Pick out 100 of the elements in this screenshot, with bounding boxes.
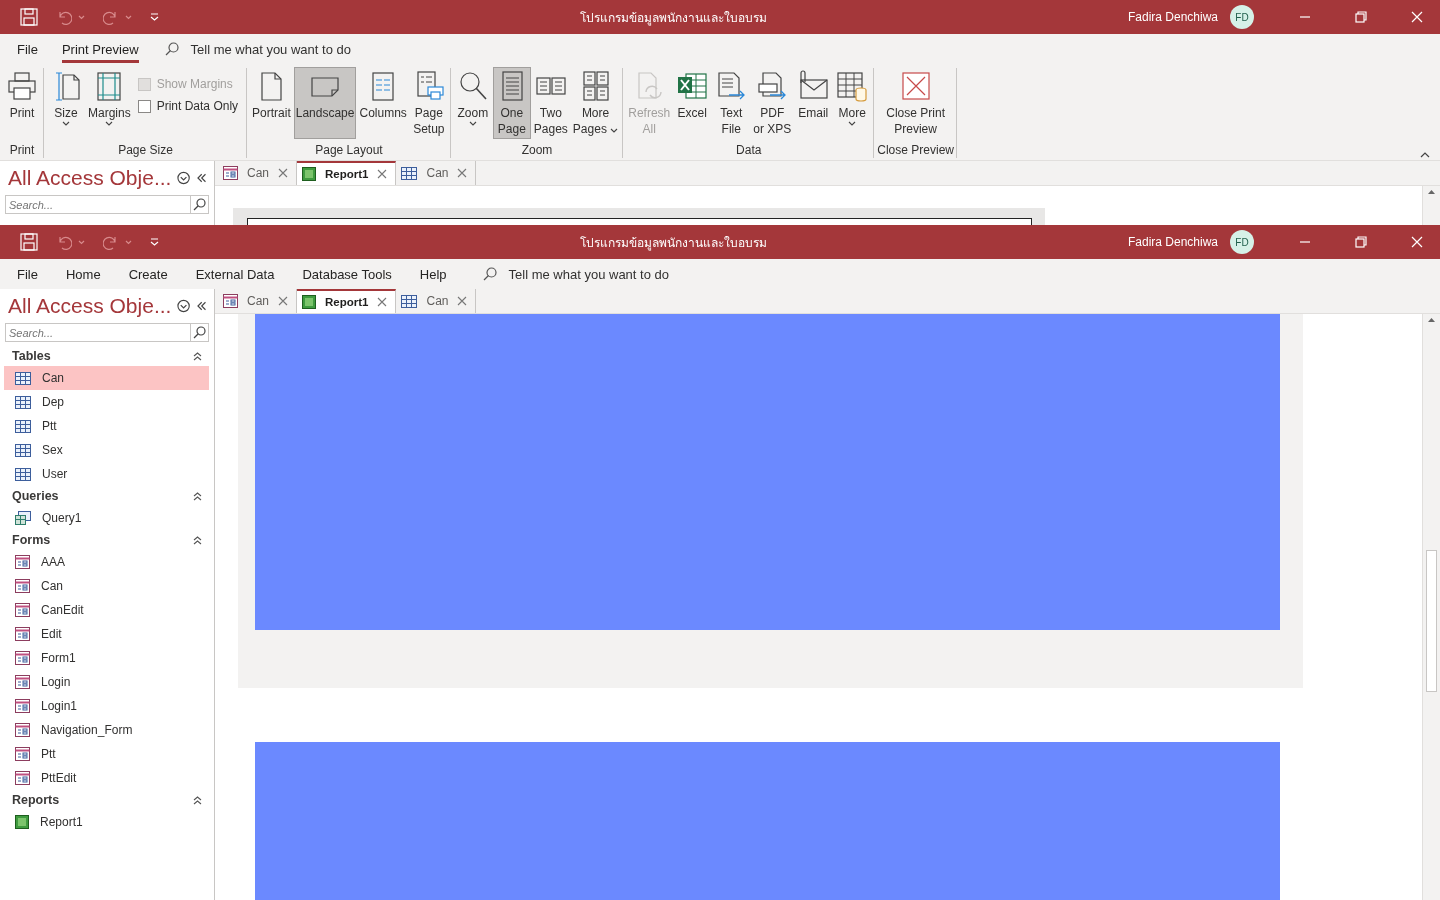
section-header[interactable]: Tables bbox=[12, 349, 51, 363]
nav-item[interactable]: Ptt bbox=[4, 742, 209, 766]
nav-item[interactable]: Login bbox=[4, 670, 209, 694]
ribbon-button[interactable]: Margins bbox=[86, 67, 133, 139]
checkbox-label: Print Data Only bbox=[156, 99, 239, 113]
scroll-thumb[interactable] bbox=[1426, 550, 1437, 692]
form-icon bbox=[15, 603, 30, 617]
nav-item[interactable]: User bbox=[4, 462, 209, 486]
ribbon-tab[interactable]: Help bbox=[411, 260, 455, 288]
collapse-ribbon-icon[interactable] bbox=[1420, 152, 1430, 158]
ribbon-button[interactable]: Text File bbox=[712, 67, 751, 139]
user-avatar[interactable]: FD bbox=[1230, 230, 1254, 254]
document-tab[interactable]: Report1 bbox=[297, 161, 397, 185]
close-icon bbox=[457, 168, 468, 178]
ribbon-button[interactable]: One Page bbox=[492, 67, 531, 139]
nav-item[interactable]: Can bbox=[4, 366, 209, 390]
spreadsheet-icon bbox=[676, 70, 709, 102]
search-button[interactable] bbox=[191, 195, 209, 214]
report-icon bbox=[15, 815, 29, 829]
customize-icon bbox=[150, 13, 159, 21]
search-icon bbox=[164, 42, 179, 56]
document-tab[interactable]: Report1 bbox=[297, 289, 397, 313]
nav-item[interactable]: Can bbox=[4, 574, 209, 598]
form-icon bbox=[223, 294, 238, 308]
nav-item[interactable]: PttEdit bbox=[4, 766, 209, 790]
pane-title: All Access Obje... bbox=[8, 166, 172, 190]
search-button[interactable] bbox=[191, 323, 209, 342]
redo-icon bbox=[103, 234, 119, 250]
ribbon-button[interactable]: Size bbox=[47, 67, 85, 139]
query-icon bbox=[15, 511, 31, 525]
ribbon-button[interactable]: Page Setup bbox=[409, 67, 448, 139]
ribbon-button[interactable]: Landscape bbox=[293, 67, 357, 139]
nav-item[interactable]: Ptt bbox=[4, 414, 209, 438]
checkbox[interactable] bbox=[137, 99, 151, 113]
user-avatar[interactable]: FD bbox=[1230, 5, 1254, 29]
nav-item[interactable]: Edit bbox=[4, 622, 209, 646]
ribbon-tab[interactable]: File bbox=[9, 35, 46, 63]
group-label: Page Layout bbox=[315, 142, 383, 159]
ribbon-button[interactable]: Close Print Preview bbox=[884, 67, 947, 139]
nav-item[interactable]: AAA bbox=[4, 550, 209, 574]
section-header[interactable]: Forms bbox=[12, 533, 51, 547]
nav-item[interactable]: Query1 bbox=[4, 506, 209, 530]
search-icon bbox=[482, 267, 497, 281]
caret-icon bbox=[78, 14, 85, 20]
search-icon bbox=[193, 326, 206, 339]
nav-item[interactable]: Report1 bbox=[4, 810, 209, 834]
ribbon-button[interactable]: More Pages bbox=[570, 67, 621, 139]
restore-icon bbox=[1355, 11, 1367, 23]
form-icon bbox=[15, 555, 30, 569]
collapse-pane-icon[interactable] bbox=[196, 173, 206, 183]
ribbon-button[interactable]: PDF or XPS bbox=[751, 67, 794, 139]
caret-icon bbox=[105, 121, 114, 126]
close-icon bbox=[377, 297, 388, 307]
collapse-pane-icon[interactable] bbox=[196, 301, 206, 311]
table-icon bbox=[15, 419, 31, 433]
group-label: Data bbox=[736, 142, 762, 159]
customize-icon bbox=[150, 238, 159, 246]
tell-me-field[interactable]: Tell me what you want to do bbox=[508, 266, 669, 282]
ribbon-button[interactable]: More bbox=[833, 67, 872, 139]
report-icon bbox=[302, 167, 316, 181]
close-icon bbox=[1411, 236, 1423, 248]
dropdown-icon[interactable] bbox=[177, 299, 191, 313]
group-label: Print bbox=[9, 142, 35, 159]
ribbon-button[interactable]: Print bbox=[3, 67, 41, 139]
nav-item[interactable]: Form1 bbox=[4, 646, 209, 670]
close-icon bbox=[278, 296, 288, 306]
nav-item[interactable]: Navigation_Form bbox=[4, 718, 209, 742]
search-icon bbox=[193, 198, 206, 211]
search-field[interactable]: Search... bbox=[5, 195, 191, 214]
ribbon-tab[interactable]: Print Preview bbox=[53, 35, 147, 63]
nav-item[interactable]: Dep bbox=[4, 390, 209, 414]
nav-item[interactable]: CanEdit bbox=[4, 598, 209, 622]
tell-me-field[interactable]: Tell me what you want to do bbox=[190, 41, 351, 57]
ribbon-button[interactable]: Excel bbox=[673, 67, 712, 139]
nav-item[interactable]: Login1 bbox=[4, 694, 209, 718]
table-icon bbox=[401, 294, 418, 308]
close-icon bbox=[899, 70, 932, 102]
user-name: Fadira Denchiwa bbox=[1127, 235, 1218, 249]
section-header[interactable]: Reports bbox=[12, 793, 60, 807]
group-label: Zoom bbox=[521, 142, 553, 159]
ribbon-tab[interactable]: Database Tools bbox=[294, 260, 400, 288]
ribbon-button[interactable]: Portrait bbox=[250, 67, 293, 139]
table-icon bbox=[15, 467, 31, 481]
scrollbar[interactable] bbox=[1422, 186, 1440, 225]
ribbon-tab[interactable]: Home bbox=[57, 260, 109, 288]
ribbon-button[interactable]: Columns bbox=[357, 67, 409, 139]
save-icon bbox=[20, 233, 38, 251]
ribbon-tab[interactable]: External Data bbox=[187, 260, 283, 288]
search-field[interactable]: Search... bbox=[5, 323, 191, 342]
ribbon-button[interactable]: Two Pages bbox=[531, 67, 570, 139]
caret-icon bbox=[125, 14, 132, 20]
ribbon-tab[interactable]: Create bbox=[120, 260, 176, 288]
nav-item[interactable]: Sex bbox=[4, 438, 209, 462]
scrollbar[interactable] bbox=[1422, 314, 1440, 900]
ribbon-button[interactable]: Zoom bbox=[453, 67, 492, 139]
ribbon-button[interactable]: Email bbox=[794, 67, 833, 139]
section-header[interactable]: Queries bbox=[12, 489, 59, 503]
dropdown-icon[interactable] bbox=[177, 171, 191, 185]
undo-icon bbox=[56, 9, 72, 25]
ribbon-tab[interactable]: File bbox=[9, 260, 46, 288]
